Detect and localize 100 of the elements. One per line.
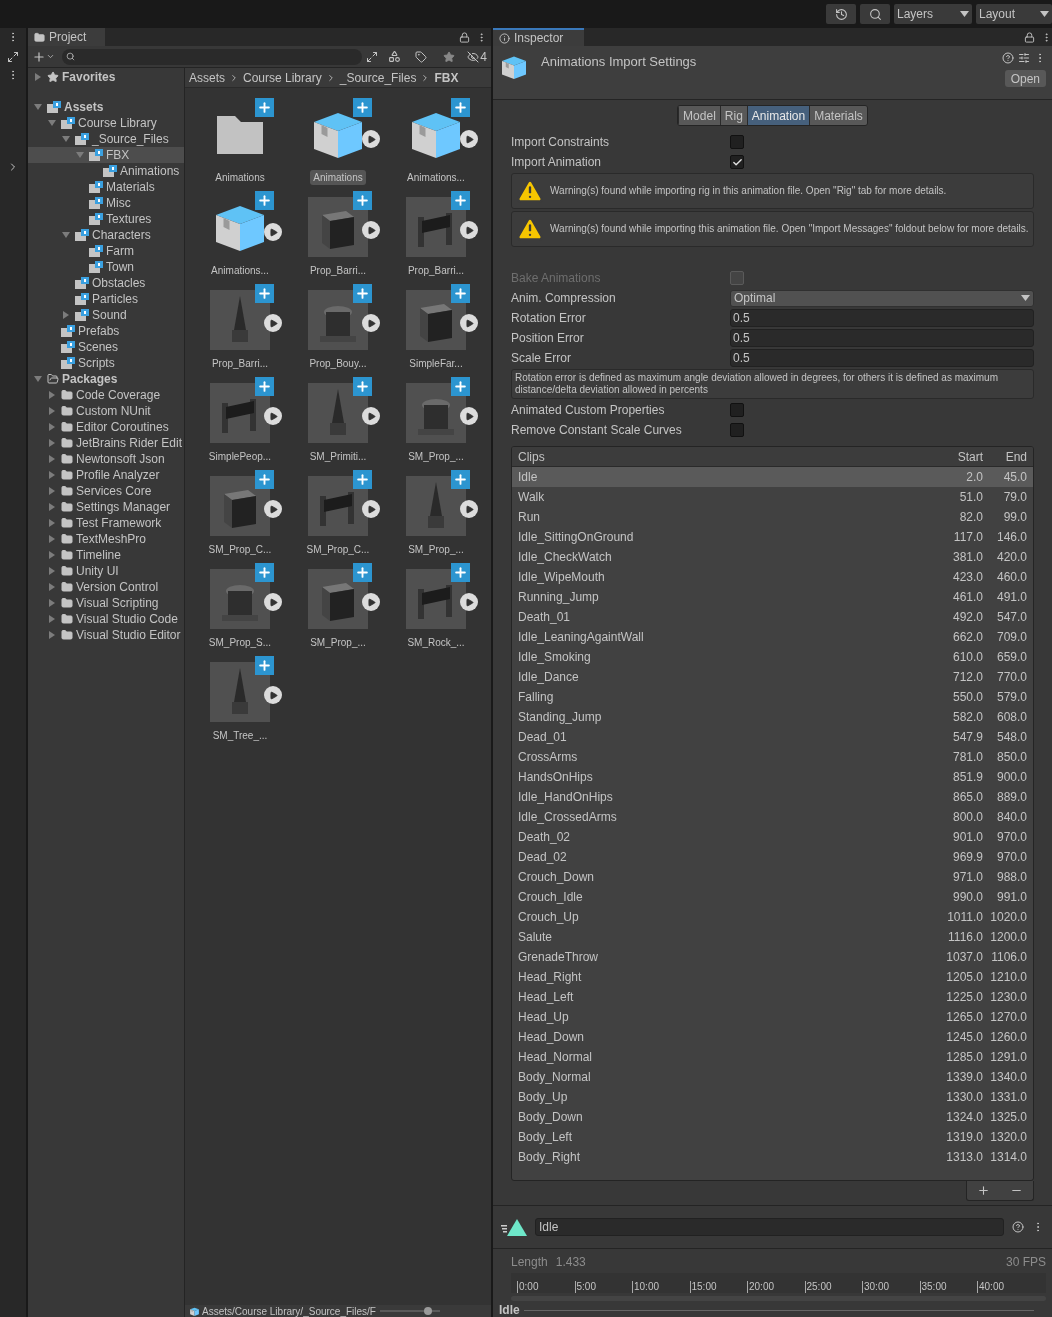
tree-item[interactable]: Version Control — [28, 579, 184, 595]
clip-row[interactable]: Body_Left 1319.0 1320.0 — [512, 1127, 1033, 1147]
asset-name[interactable]: SimpleFar... — [406, 356, 466, 371]
play-icon[interactable] — [264, 314, 282, 332]
tree-item[interactable]: Visual Studio Code — [28, 611, 184, 627]
help-icon[interactable] — [1012, 1221, 1024, 1233]
import-tab[interactable]: Materials — [809, 106, 867, 125]
collapsed-arrow-icon[interactable] — [34, 73, 42, 81]
play-icon[interactable] — [362, 500, 380, 518]
size-slider-thumb[interactable] — [423, 1307, 432, 1315]
search-button[interactable] — [860, 4, 890, 24]
lock-icon[interactable] — [459, 31, 470, 43]
play-icon[interactable] — [460, 593, 478, 611]
clip-row[interactable]: CrossArms 781.0 850.0 — [512, 747, 1033, 767]
tree-item[interactable]: Sound — [28, 307, 184, 323]
clip-row[interactable]: Head_Normal 1285.0 1291.0 — [512, 1047, 1033, 1067]
clip-row[interactable]: HandsOnHips 851.9 900.0 — [512, 767, 1033, 787]
tree-item[interactable]: Visual Studio Editor — [28, 627, 184, 643]
play-icon[interactable] — [264, 223, 282, 241]
tree-item[interactable]: Unity UI — [28, 563, 184, 579]
play-icon[interactable] — [362, 314, 380, 332]
asset-name[interactable]: SM_Prop_C... — [303, 542, 373, 557]
asset-name[interactable]: SM_Prop_S... — [205, 635, 275, 650]
breadcrumb-item[interactable]: Course Library — [243, 68, 322, 87]
asset-name[interactable]: Animations — [212, 170, 268, 185]
clip-row[interactable]: Crouch_Down 971.0 988.0 — [512, 867, 1033, 887]
play-icon[interactable] — [264, 686, 282, 704]
tree-item[interactable]: Timeline — [28, 547, 184, 563]
tree-item[interactable]: Animations — [28, 163, 184, 179]
open-button[interactable]: Open — [1004, 70, 1046, 87]
clip-row[interactable]: Falling 550.0 579.0 — [512, 687, 1033, 707]
clip-row[interactable]: Head_Down 1245.0 1260.0 — [512, 1027, 1033, 1047]
tree-item[interactable]: Course Library — [28, 115, 184, 131]
tree-item[interactable]: Newtonsoft Json — [28, 451, 184, 467]
tree-item[interactable]: Assets — [28, 99, 184, 115]
clip-row[interactable]: Head_Left 1225.0 1230.0 — [512, 987, 1033, 1007]
project-tab[interactable]: Project — [28, 28, 105, 46]
clip-row[interactable]: Death_01 492.0 547.0 — [512, 607, 1033, 627]
clip-row[interactable]: Body_Normal 1339.0 1340.0 — [512, 1067, 1033, 1087]
asset-name[interactable]: SM_Prop_... — [405, 542, 467, 557]
asset-name[interactable]: Animations... — [404, 170, 468, 185]
play-icon[interactable] — [460, 500, 478, 518]
asset-name[interactable]: SM_Prop_... — [405, 449, 467, 464]
layout-dropdown[interactable]: Layout — [976, 4, 1052, 24]
lock-icon[interactable] — [1024, 31, 1035, 43]
tree-item[interactable]: Prefabs — [28, 323, 184, 339]
tree-item[interactable]: Scripts — [28, 355, 184, 371]
tree-item[interactable]: _Source_Files — [28, 131, 184, 147]
breadcrumb-item[interactable]: Assets — [189, 68, 225, 87]
asset-name[interactable]: SM_Rock_... — [404, 635, 468, 650]
clip-row[interactable]: Crouch_Up 1011.0 1020.0 — [512, 907, 1033, 927]
play-icon[interactable] — [460, 130, 478, 148]
tree-item[interactable]: Profile Analyzer — [28, 467, 184, 483]
asset-name[interactable]: SM_Prop_C... — [205, 542, 275, 557]
number-field[interactable]: 0.5 — [730, 329, 1034, 347]
presets-icon[interactable] — [1018, 52, 1030, 64]
clip-row[interactable]: Idle_WipeMouth 423.0 460.0 — [512, 567, 1033, 587]
clip-name-field[interactable]: Idle — [535, 1218, 1004, 1236]
clip-row[interactable]: Run 82.0 99.0 — [512, 507, 1033, 527]
play-icon[interactable] — [460, 314, 478, 332]
play-icon[interactable] — [460, 221, 478, 239]
checkbox[interactable] — [730, 423, 744, 437]
play-icon[interactable] — [362, 407, 380, 425]
tree-item[interactable]: Packages — [28, 371, 184, 387]
asset-name[interactable]: Animations... — [208, 263, 272, 278]
tree-item[interactable]: Favorites — [28, 69, 184, 85]
maximize-icon[interactable] — [7, 51, 19, 63]
tree-item[interactable]: Farm — [28, 243, 184, 259]
clip-row[interactable]: Idle 2.0 45.0 — [512, 467, 1033, 487]
import-tab[interactable]: Rig — [719, 106, 747, 125]
tree-item[interactable]: FBX — [28, 147, 184, 163]
import-tab[interactable]: Animation — [746, 106, 810, 125]
tree-item[interactable]: Editor Coroutines — [28, 419, 184, 435]
play-icon[interactable] — [264, 407, 282, 425]
tree-item[interactable]: Characters — [28, 227, 184, 243]
clip-row[interactable]: Head_Up 1265.0 1270.0 — [512, 1007, 1033, 1027]
tree-item[interactable]: Settings Manager — [28, 499, 184, 515]
clip-row[interactable]: Standing_Jump 582.0 608.0 — [512, 707, 1033, 727]
hidden-packages-toggle[interactable]: 4 — [467, 47, 487, 66]
tree-item[interactable]: JetBrains Rider Edit — [28, 435, 184, 451]
clip-row[interactable]: Idle_HandOnHips 865.0 889.0 — [512, 787, 1033, 807]
tree-item[interactable]: Scenes — [28, 339, 184, 355]
expanded-arrow-icon[interactable] — [62, 231, 70, 239]
checkbox[interactable] — [730, 155, 744, 169]
clip-row[interactable]: Body_Right 1313.0 1314.0 — [512, 1147, 1033, 1167]
asset-name[interactable]: SM_Tree_... — [209, 728, 271, 743]
clip-row[interactable]: Idle_LeaningAgaintWall 662.0 709.0 — [512, 627, 1033, 647]
checkbox[interactable] — [730, 135, 744, 149]
clip-row[interactable]: Body_Down 1324.0 1325.0 — [512, 1107, 1033, 1127]
clip-row[interactable]: Idle_Dance 712.0 770.0 — [512, 667, 1033, 687]
clip-row[interactable]: Body_Up 1330.0 1331.0 — [512, 1087, 1033, 1107]
tree-item[interactable]: Misc — [28, 195, 184, 211]
favorite-icon[interactable] — [443, 50, 456, 63]
play-icon[interactable] — [362, 221, 380, 239]
tree-item[interactable]: Textures — [28, 211, 184, 227]
clip-row[interactable]: Head_Right 1205.0 1210.0 — [512, 967, 1033, 987]
tree-item[interactable]: Materials — [28, 179, 184, 195]
clip-row[interactable]: Crouch_Idle 990.0 991.0 — [512, 887, 1033, 907]
history-button[interactable] — [826, 4, 856, 24]
expanded-arrow-icon[interactable] — [34, 375, 42, 383]
